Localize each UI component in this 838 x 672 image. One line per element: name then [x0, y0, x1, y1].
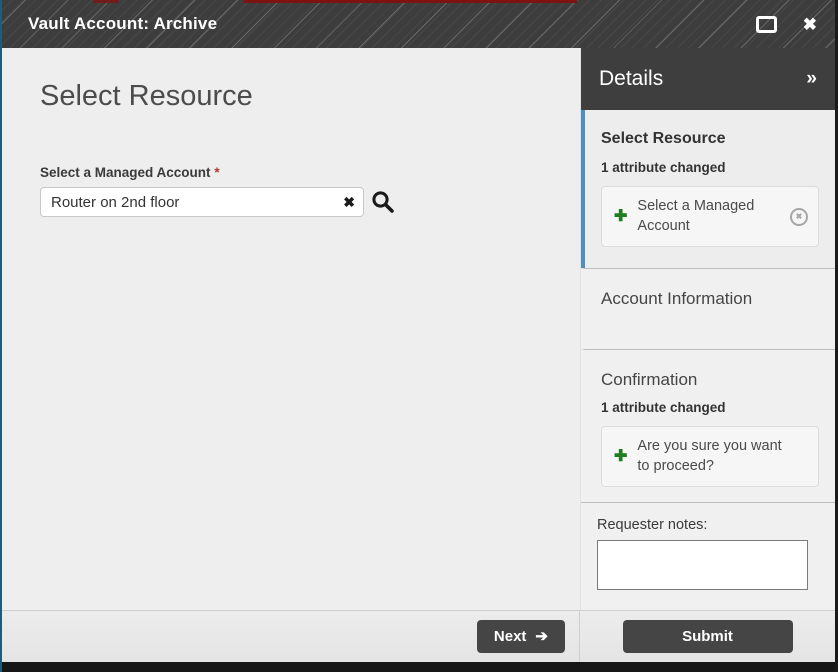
managed-account-label-text: Select a Managed Account	[40, 165, 211, 180]
required-marker: *	[214, 165, 219, 180]
section-select-resource[interactable]: Select Resource 1 attribute changed ✚ Se…	[581, 110, 835, 268]
attribute-text: Select a Managed Account	[637, 197, 780, 236]
close-x-glyph: ✖	[803, 16, 817, 33]
attribute-card-managed-account[interactable]: ✚ Select a Managed Account ✖	[601, 186, 819, 247]
window-bottom-border	[2, 662, 835, 672]
details-panel-header[interactable]: Details »	[581, 48, 835, 110]
next-arrow-icon: ➔	[535, 629, 548, 644]
footer: Next ➔ Submit	[2, 610, 835, 662]
clear-input-icon[interactable]: ✖	[343, 195, 355, 209]
plus-icon: ✚	[614, 449, 627, 465]
footer-panel: Submit	[580, 611, 835, 662]
section-confirmation-title: Confirmation	[601, 370, 819, 390]
submit-button[interactable]: Submit	[623, 620, 793, 653]
managed-account-input[interactable]	[40, 187, 364, 217]
attribute-card-confirmation[interactable]: ✚ Are you sure you want to proceed?	[601, 426, 819, 487]
requester-notes-input[interactable]	[597, 540, 808, 590]
close-icon[interactable]: ✖	[803, 16, 817, 33]
section-select-resource-status: 1 attribute changed	[601, 160, 819, 175]
dialog-window: Vault Account: Archive ✖ Select Resource…	[0, 0, 838, 672]
restore-rect-glyph	[756, 16, 777, 33]
window-title: Vault Account: Archive	[28, 14, 217, 34]
footer-main: Next ➔	[2, 611, 580, 662]
section-select-resource-title: Select Resource	[601, 130, 819, 148]
restore-window-icon[interactable]	[756, 16, 777, 33]
titlebar: Vault Account: Archive ✖	[2, 0, 835, 48]
attribute-text: Are you sure you want to proceed?	[637, 437, 787, 476]
remove-x-glyph: ✖	[796, 213, 803, 221]
requester-notes-section: Requester notes:	[581, 502, 835, 610]
managed-account-input-row: ✖	[40, 187, 580, 217]
section-confirmation[interactable]: Confirmation 1 attribute changed ✚ Are y…	[581, 349, 835, 502]
managed-account-input-wrap: ✖	[40, 187, 364, 217]
managed-account-field: Select a Managed Account * ✖	[40, 165, 580, 217]
search-icon[interactable]	[371, 190, 395, 214]
dialog-body: Select Resource Select a Managed Account…	[2, 48, 835, 610]
details-title: Details	[599, 67, 663, 91]
page-title: Select Resource	[40, 80, 580, 113]
plus-icon: ✚	[614, 209, 627, 225]
section-confirmation-status: 1 attribute changed	[601, 400, 819, 415]
next-button-label: Next	[494, 628, 527, 645]
collapse-panel-icon[interactable]: »	[806, 68, 817, 90]
magnifier-glyph	[371, 190, 395, 214]
section-account-information[interactable]: Account Information	[581, 268, 835, 349]
requester-notes-label: Requester notes:	[597, 517, 819, 533]
section-account-information-title: Account Information	[601, 289, 819, 309]
remove-attribute-icon[interactable]: ✖	[790, 208, 808, 226]
next-button[interactable]: Next ➔	[477, 620, 565, 653]
details-panel: Details » Select Resource 1 attribute ch…	[580, 48, 835, 610]
window-controls: ✖	[756, 16, 817, 33]
titlebar-red-accent	[2, 0, 835, 3]
main-content: Select Resource Select a Managed Account…	[2, 48, 580, 610]
managed-account-label: Select a Managed Account *	[40, 165, 580, 180]
